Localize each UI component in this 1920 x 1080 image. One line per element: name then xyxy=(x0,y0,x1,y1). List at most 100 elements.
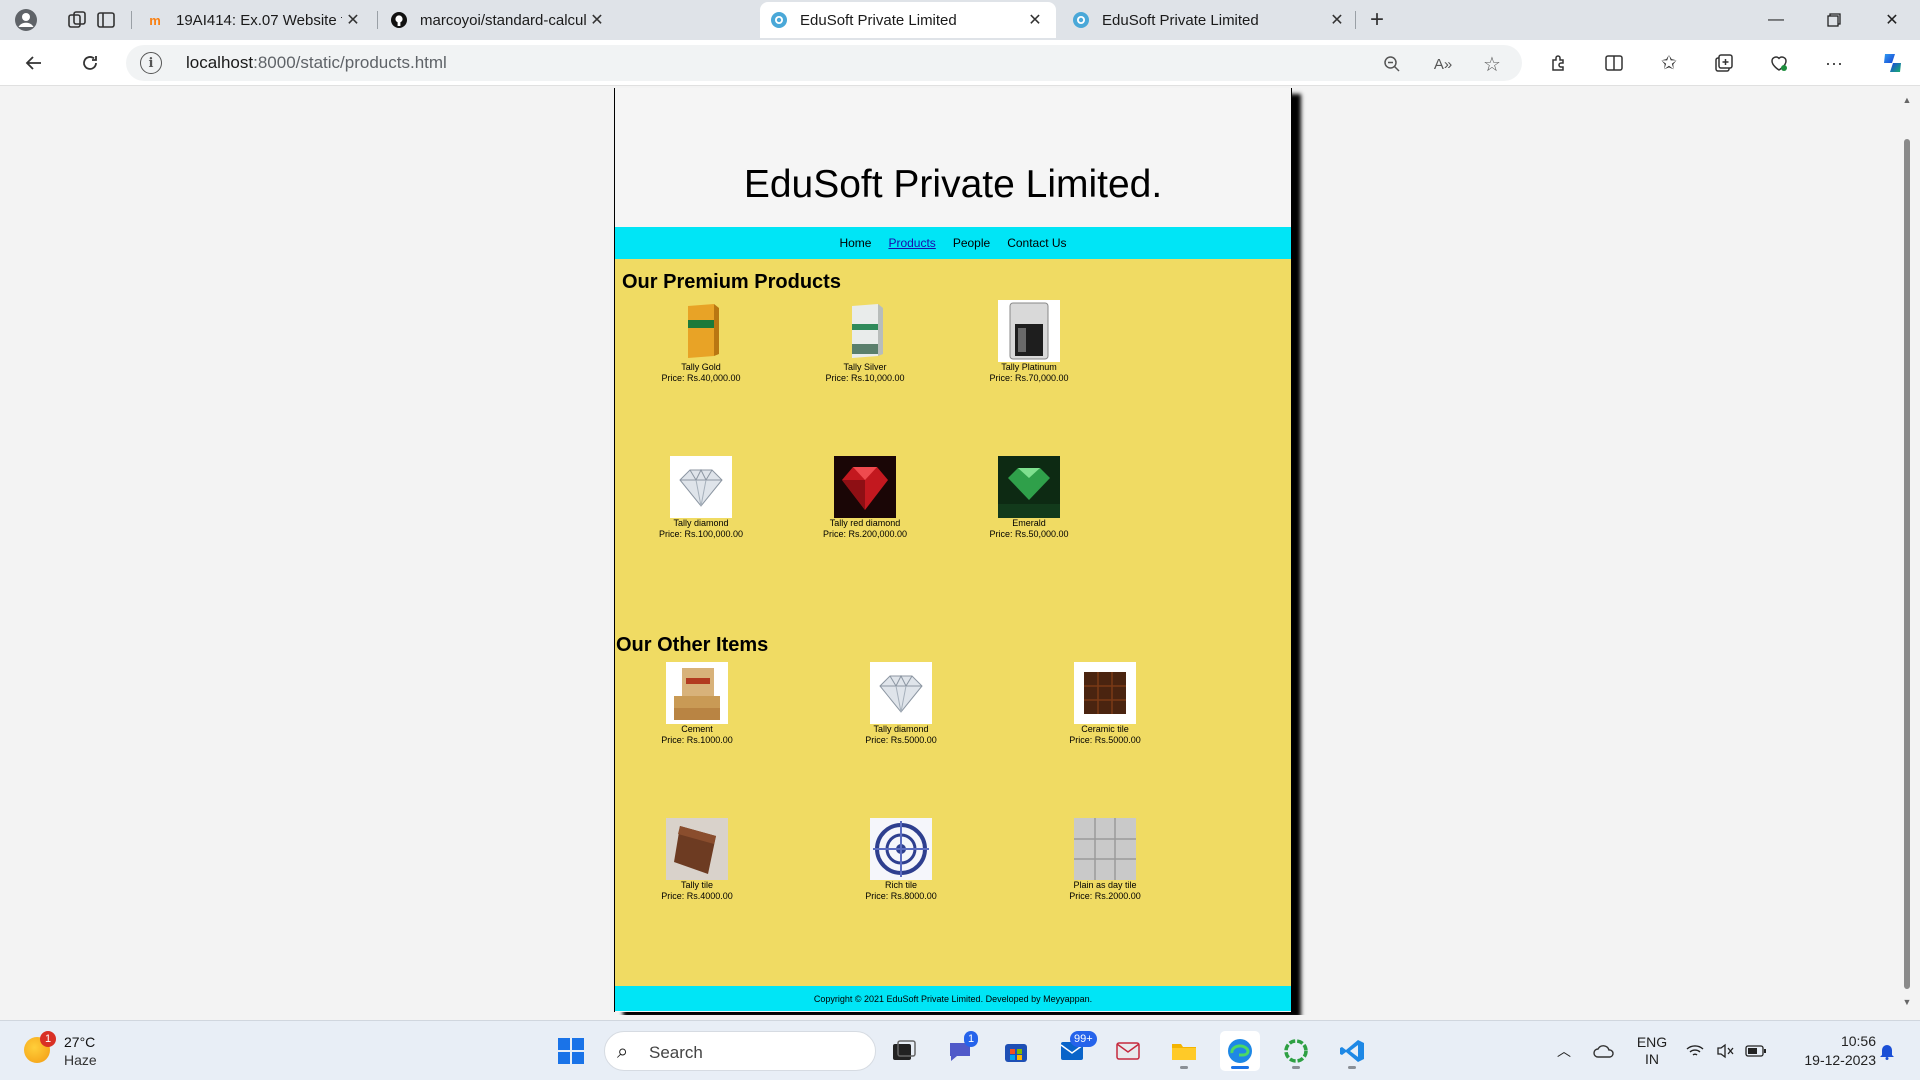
nav-contact-link[interactable]: Contact Us xyxy=(1007,236,1066,250)
scrollbar-thumb[interactable] xyxy=(1904,139,1910,989)
product-name: Tally Platinum xyxy=(1001,362,1057,372)
restore-icon[interactable] xyxy=(1806,0,1862,40)
teams-app[interactable]: 1 xyxy=(940,1031,980,1071)
task-view-button[interactable] xyxy=(884,1031,924,1071)
address-bar[interactable]: i localhost:8000/static/products.html A»… xyxy=(126,45,1522,81)
close-tab-icon[interactable]: ✕ xyxy=(586,10,608,30)
speaker-muted-icon[interactable] xyxy=(1714,1031,1736,1071)
product-card[interactable]: Tally tile Price: Rs.4000.00 xyxy=(617,818,777,902)
back-arrow-icon[interactable] xyxy=(18,48,50,78)
nav-products-link[interactable]: Products xyxy=(888,236,935,250)
tab-title: EduSoft Private Limited xyxy=(800,11,957,29)
weather-widget[interactable]: 1 27°C Haze xyxy=(22,1031,142,1071)
product-card[interactable]: Emerald Price: Rs.50,000.00 xyxy=(949,456,1109,540)
product-name: Tally Gold xyxy=(681,362,721,372)
scroll-up-icon[interactable]: ▲ xyxy=(1902,95,1912,105)
emerald-image xyxy=(998,456,1060,518)
file-explorer-app[interactable] xyxy=(1164,1031,1204,1071)
show-hidden-icons-icon[interactable]: ︿ xyxy=(1552,1031,1576,1071)
tally-gold-image xyxy=(670,300,732,362)
favorite-star-icon[interactable]: ☆ xyxy=(1480,53,1504,76)
product-card[interactable]: Tally red diamond Price: Rs.200,000.00 xyxy=(785,456,945,540)
product-card[interactable]: Tally Silver Price: Rs.10,000.00 xyxy=(785,300,945,384)
notification-bell-icon[interactable] xyxy=(1874,1031,1900,1071)
profile-icon[interactable] xyxy=(12,6,40,34)
new-tab-button[interactable]: + xyxy=(1363,6,1391,34)
workspaces-icon[interactable] xyxy=(63,6,91,34)
collections-icon[interactable] xyxy=(1709,48,1739,78)
folder-icon xyxy=(1172,1044,1196,1060)
close-tab-icon[interactable]: ✕ xyxy=(342,10,364,30)
close-tab-icon[interactable]: ✕ xyxy=(1326,10,1348,30)
wifi-icon[interactable] xyxy=(1684,1031,1706,1071)
tab-moodle[interactable]: m 19AI414: Ex.07 Website for Softw ✕ xyxy=(136,2,374,38)
store-app[interactable] xyxy=(996,1031,1036,1071)
product-name: Tally diamond xyxy=(673,518,729,528)
close-window-icon[interactable]: ✕ xyxy=(1864,0,1920,40)
circle-app-icon xyxy=(1284,1039,1308,1063)
read-aloud-icon[interactable]: A» xyxy=(1431,53,1455,75)
product-card[interactable]: Tally diamond Price: Rs.100,000.00 xyxy=(621,456,781,540)
language-indicator[interactable]: ENG IN xyxy=(1630,1031,1674,1071)
extensions-icon[interactable] xyxy=(1544,48,1574,78)
tab-edusoft-active[interactable]: EduSoft Private Limited ✕ xyxy=(760,2,1056,38)
clay-tile-image xyxy=(666,818,728,880)
mail-icon xyxy=(1116,1042,1140,1060)
tab-github[interactable]: marcoyoi/standard-calculator ✕ xyxy=(380,2,618,38)
site-info-icon[interactable]: i xyxy=(140,52,162,74)
ceramic-tile-image xyxy=(1074,662,1136,724)
more-menu-icon[interactable]: ··· xyxy=(1819,48,1849,78)
battery-icon[interactable] xyxy=(1744,1031,1768,1071)
product-card[interactable]: Tally Platinum Price: Rs.70,000.00 xyxy=(949,300,1109,384)
address-url[interactable]: localhost:8000/static/products.html xyxy=(186,53,447,73)
product-price: Price: Rs.4000.00 xyxy=(661,891,733,901)
nav-home-link[interactable]: Home xyxy=(839,236,871,250)
edge-app[interactable] xyxy=(1220,1031,1260,1071)
tab-separator xyxy=(1355,11,1356,29)
product-card[interactable]: Cement Price: Rs.1000.00 xyxy=(617,662,777,746)
clock[interactable]: 10:56 19-12-2023 xyxy=(1780,1031,1876,1071)
zoom-out-icon[interactable] xyxy=(1380,53,1404,75)
page-scrollbar[interactable]: ▲ ▼ xyxy=(1898,87,1916,1015)
product-card[interactable]: Ceramic tile Price: Rs.5000.00 xyxy=(1025,662,1185,746)
weather-temp: 27°C xyxy=(64,1034,96,1050)
url-host: localhost xyxy=(186,53,254,72)
taskbar-search[interactable]: ⌕ Search xyxy=(604,1031,876,1071)
windows-taskbar: 1 27°C Haze ⌕ Search 1 99+ ︿ ENG IN 10:5… xyxy=(0,1020,1920,1080)
close-tab-icon[interactable]: ✕ xyxy=(1024,10,1046,30)
app-ring[interactable] xyxy=(1276,1031,1316,1071)
product-card[interactable]: Rich tile Price: Rs.8000.00 xyxy=(821,818,981,902)
product-price: Price: Rs.40,000.00 xyxy=(661,373,741,383)
mail-app[interactable] xyxy=(1108,1031,1148,1071)
product-card[interactable]: Tally Gold Price: Rs.40,000.00 xyxy=(621,300,781,384)
nav-people-link[interactable]: People xyxy=(953,236,990,250)
weather-condition: Haze xyxy=(64,1052,97,1068)
moodle-icon: m xyxy=(149,12,161,28)
scroll-down-icon[interactable]: ▼ xyxy=(1902,997,1912,1007)
product-name: Tally diamond xyxy=(873,724,929,734)
site-title: EduSoft Private Limited. xyxy=(743,163,1163,206)
taskbar-search-label: Search xyxy=(649,1043,703,1062)
vscode-app[interactable] xyxy=(1332,1031,1372,1071)
product-price: Price: Rs.200,000.00 xyxy=(822,529,908,539)
platinum-bar-image xyxy=(998,300,1060,362)
start-button[interactable] xyxy=(551,1031,591,1071)
copilot-icon[interactable] xyxy=(1878,48,1908,78)
minimize-icon[interactable]: — xyxy=(1748,0,1804,40)
product-card[interactable]: Plain as day tile Price: Rs.2000.00 xyxy=(1025,818,1185,902)
favorites-icon[interactable]: ✩ xyxy=(1654,48,1684,78)
split-screen-icon[interactable] xyxy=(1599,48,1629,78)
refresh-icon[interactable] xyxy=(74,48,106,78)
tab-title: marcoyoi/standard-calculator xyxy=(420,11,586,29)
tab-actions-icon[interactable] xyxy=(92,6,120,34)
product-name: Tally red diamond xyxy=(829,518,901,528)
product-name: Ceramic tile xyxy=(1081,724,1129,734)
product-name: Tally tile xyxy=(680,880,713,890)
product-card[interactable]: Tally diamond Price: Rs.5000.00 xyxy=(821,662,981,746)
site-nav: Home Products People Contact Us xyxy=(615,227,1291,259)
onedrive-cloud-icon[interactable] xyxy=(1590,1031,1618,1071)
clock-date: 19-12-2023 xyxy=(1804,1052,1876,1068)
tab-edusoft[interactable]: EduSoft Private Limited ✕ xyxy=(1062,2,1358,38)
browser-essentials-icon[interactable] xyxy=(1764,48,1794,78)
outlook-app[interactable]: 99+ xyxy=(1052,1031,1097,1071)
